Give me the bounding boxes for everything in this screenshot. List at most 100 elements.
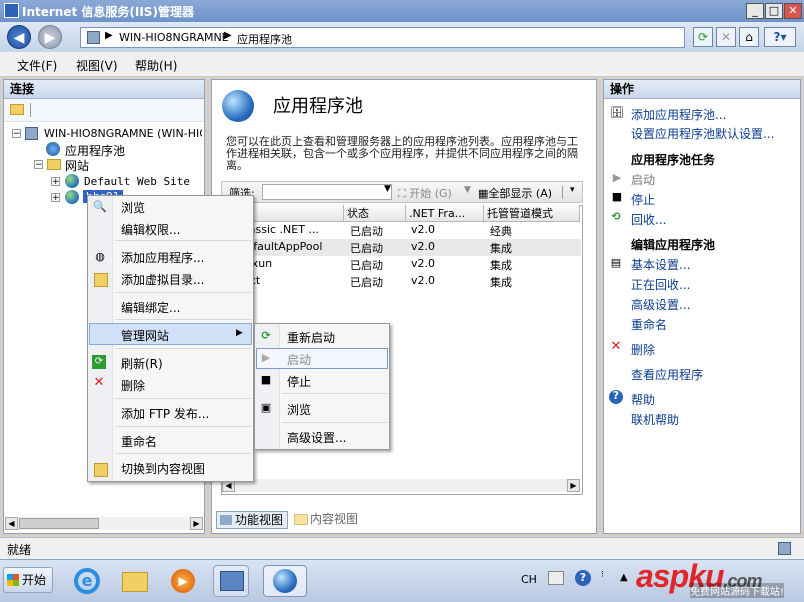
breadcrumb-server[interactable]: WIN-HIO8NGRAMNE xyxy=(119,31,229,44)
start-filter-label: 开始 (G) xyxy=(409,187,452,200)
start-icon: ▶ xyxy=(612,171,622,184)
col-net[interactable]: .NET Fra... xyxy=(406,205,484,222)
edit-header: 编辑应用程序池 xyxy=(631,238,716,252)
action-add-pool[interactable]: 添加应用程序池... xyxy=(631,106,726,123)
action-help[interactable]: 帮助 xyxy=(631,391,655,408)
filter-input[interactable] xyxy=(262,184,392,200)
connections-toolbar xyxy=(4,99,204,122)
help-icon[interactable]: ?▾ xyxy=(764,27,796,47)
start-dropdown-icon[interactable]: ▼ xyxy=(464,185,471,195)
minimize-button[interactable]: _ xyxy=(746,3,764,19)
ctx-add-ftp[interactable]: 添加 FTP 发布... xyxy=(121,405,209,422)
expander-icon[interactable]: − xyxy=(12,129,21,139)
col-status[interactable]: 状态 xyxy=(344,205,406,222)
status-text: 就绪 xyxy=(7,543,32,557)
separator xyxy=(115,398,251,399)
ctx-manage-site[interactable] xyxy=(89,323,252,345)
tab-features-view[interactable]: 功能视图 xyxy=(216,511,288,529)
show-all-button[interactable]: ▦全部显示 (A) xyxy=(478,185,552,201)
separator xyxy=(282,393,387,394)
breadcrumb-apppools[interactable]: 应用程序池 xyxy=(237,31,292,47)
close-button[interactable]: ✕ xyxy=(784,3,802,19)
tasks-header: 应用程序池任务 xyxy=(631,153,716,167)
sub-browse[interactable]: 浏览 xyxy=(287,401,311,418)
start-button[interactable]: 开始 xyxy=(3,567,53,593)
cell-net: v2.0 xyxy=(411,240,436,253)
action-online-help[interactable]: 联机帮助 xyxy=(631,411,679,428)
toolbar-more-icon[interactable]: ▾ xyxy=(570,185,575,195)
action-recycle[interactable]: 回收... xyxy=(631,211,666,228)
maximize-button[interactable]: □ xyxy=(765,3,783,19)
breadcrumb-separator-icon: ▶ xyxy=(224,30,232,41)
language-indicator[interactable]: CH xyxy=(521,573,537,586)
ctx-manage-site-label: 管理网站 xyxy=(121,329,170,343)
forward-button[interactable]: ▶ xyxy=(38,25,62,49)
action-rename[interactable]: 重命名 xyxy=(631,316,667,333)
scroll-right-icon[interactable]: ▶ xyxy=(567,479,580,492)
add-app-icon: ◍ xyxy=(95,250,105,263)
action-start[interactable]: 启动 xyxy=(631,171,655,188)
add-vdir-icon xyxy=(94,273,108,287)
action-stop[interactable]: 停止 xyxy=(631,191,655,208)
tree-default-site[interactable]: Default Web Site xyxy=(84,175,190,188)
menu-help[interactable]: 帮助(H) xyxy=(135,57,177,74)
apppool-large-icon xyxy=(222,90,254,122)
explorer-icon[interactable] xyxy=(117,565,153,597)
action-basic-settings[interactable]: 基本设置... xyxy=(631,256,690,273)
expander-icon[interactable]: − xyxy=(34,160,43,170)
tree-sites[interactable]: 网站 xyxy=(65,157,89,174)
home-icon[interactable]: ⌂ xyxy=(739,27,759,47)
ctx-edit-perms[interactable]: 编辑权限... xyxy=(121,221,180,238)
server-manager-icon[interactable] xyxy=(213,565,249,597)
tab-content-view[interactable]: 内容视图 xyxy=(292,511,364,529)
scroll-left-icon[interactable]: ◀ xyxy=(5,517,18,530)
action-recycling[interactable]: 正在回收... xyxy=(631,276,690,293)
toolbar-divider xyxy=(30,103,31,117)
ctx-switch-content[interactable]: 切换到内容视图 xyxy=(121,460,205,477)
refresh-icon[interactable]: ⟳ xyxy=(693,27,713,47)
start-label: 开始 xyxy=(22,573,47,587)
ctx-refresh[interactable]: 刷新(R) xyxy=(121,355,163,372)
scroll-right-icon[interactable]: ▶ xyxy=(190,517,203,530)
expander-icon[interactable]: + xyxy=(51,177,60,187)
sub-stop[interactable]: 停止 xyxy=(287,373,311,390)
action-set-defaults[interactable]: 设置应用程序池默认设置... xyxy=(631,125,774,142)
iis-manager-task[interactable] xyxy=(263,565,307,597)
start-filter-button[interactable]: ⛶ 开始 (G) xyxy=(398,185,452,201)
scroll-thumb[interactable] xyxy=(19,518,99,529)
ie-icon[interactable]: e xyxy=(68,565,104,597)
ctx-browse[interactable]: 浏览 xyxy=(121,199,145,216)
menu-file[interactable]: 文件(F) xyxy=(17,57,57,74)
ctx-rename[interactable]: 重命名 xyxy=(121,433,157,450)
status-bar: 就绪 xyxy=(0,537,804,560)
tray-expand-icon[interactable]: ▲ xyxy=(620,572,628,583)
filter-dropdown-icon[interactable]: ▼ xyxy=(384,184,391,194)
restart-icon: ⟳ xyxy=(261,329,271,342)
sub-start[interactable]: 启动 xyxy=(287,351,311,368)
action-view-apps[interactable]: 查看应用程序 xyxy=(631,366,703,383)
action-delete[interactable]: 删除 xyxy=(631,341,655,358)
ctx-add-app[interactable]: 添加应用程序... xyxy=(121,249,204,266)
back-button[interactable]: ◀ xyxy=(7,25,31,49)
ctx-delete[interactable]: 删除 xyxy=(121,377,145,394)
tray-options-icon[interactable]: ⁝ xyxy=(601,570,604,580)
help-icon[interactable]: ? xyxy=(575,570,591,586)
keyboard-icon[interactable] xyxy=(548,571,564,585)
menu-view[interactable]: 视图(V) xyxy=(76,57,118,74)
table-horizontal-scrollbar[interactable]: ◀ ▶ xyxy=(222,479,580,492)
tree-server[interactable]: WIN-HIO8NGRAMNE (WIN-HIO8N xyxy=(44,127,202,140)
media-player-icon[interactable]: ▶ xyxy=(165,565,201,597)
stop-icon[interactable]: ✕ xyxy=(716,27,736,47)
sub-advanced[interactable]: 高级设置... xyxy=(287,429,346,446)
connect-icon[interactable] xyxy=(10,104,24,115)
expander-icon[interactable]: + xyxy=(51,193,60,203)
ctx-edit-bindings[interactable]: 编辑绑定... xyxy=(121,299,180,316)
horizontal-scrollbar[interactable]: ◀ ▶ xyxy=(5,517,203,530)
sub-restart[interactable]: 重新启动 xyxy=(287,329,335,346)
connections-header: 连接 xyxy=(4,80,204,99)
col-mode[interactable]: 托管管道模式 xyxy=(484,205,580,222)
action-advanced-settings[interactable]: 高级设置... xyxy=(631,296,690,313)
cell-mode: 集成 xyxy=(490,242,512,255)
ctx-add-vdir[interactable]: 添加虚拟目录... xyxy=(121,271,204,288)
breadcrumb[interactable]: ▶ WIN-HIO8NGRAMNE ▶ 应用程序池 xyxy=(80,27,685,48)
